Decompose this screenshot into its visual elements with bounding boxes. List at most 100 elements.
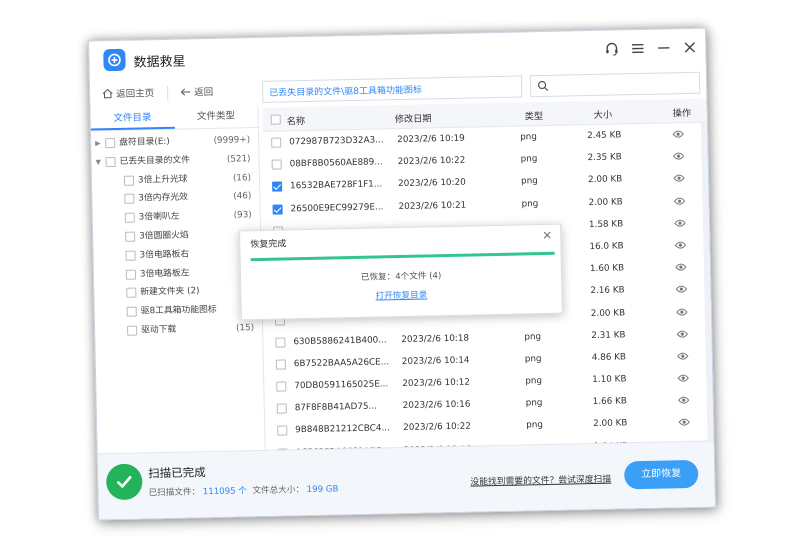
modified-date: 2023/2/6 10:20 bbox=[398, 178, 466, 190]
tree-item-checkbox[interactable] bbox=[123, 175, 135, 186]
file-name: 16532BAE728F1F1... bbox=[290, 179, 383, 192]
col-size-header[interactable]: 大小 bbox=[594, 107, 613, 121]
tab-file-directory[interactable]: 文件目录 bbox=[90, 107, 175, 131]
tree-item[interactable]: 驱动下载 (15) bbox=[95, 319, 262, 341]
modified-date: 2023/2/6 10:22 bbox=[403, 422, 471, 434]
row-checkbox[interactable] bbox=[275, 359, 286, 370]
row-checkbox[interactable] bbox=[272, 181, 283, 193]
tree-item-checkbox[interactable] bbox=[126, 287, 137, 299]
recover-now-button[interactable]: 立即恢复 bbox=[623, 459, 699, 490]
minimize-icon[interactable] bbox=[655, 39, 671, 55]
modified-date: 2023/2/6 10:16 bbox=[402, 399, 471, 412]
progress-fill bbox=[250, 251, 555, 262]
tree-item-label: 3倍喇叭左 bbox=[138, 211, 180, 223]
preview-eye-icon[interactable] bbox=[672, 129, 684, 139]
tree-item-checkbox[interactable] bbox=[105, 137, 116, 149]
search-input[interactable] bbox=[552, 74, 694, 94]
tree-item-label: 3倍电路板左 bbox=[139, 268, 190, 280]
file-size: 1.66 KB bbox=[592, 396, 628, 408]
row-checkbox[interactable] bbox=[275, 337, 286, 348]
search-box[interactable] bbox=[529, 71, 701, 98]
tree-item-checkbox[interactable] bbox=[126, 306, 137, 317]
file-type: png bbox=[521, 198, 539, 210]
file-name: 08BF8B0560AE889... bbox=[289, 157, 383, 170]
row-checkbox[interactable] bbox=[277, 425, 288, 437]
tree-item-checkbox[interactable] bbox=[125, 250, 136, 261]
preview-eye-icon[interactable] bbox=[673, 196, 686, 206]
modified-date: 2023/2/6 10:18 bbox=[401, 333, 470, 345]
preview-eye-icon[interactable] bbox=[678, 395, 690, 405]
tree-item-count: (521) bbox=[226, 153, 251, 165]
tree-item-label: 驱动下载 bbox=[141, 324, 177, 336]
tree-item-label: 盘符目录(E:) bbox=[119, 136, 170, 148]
preview-eye-icon[interactable] bbox=[675, 284, 688, 294]
file-size: 2.31 KB bbox=[591, 330, 626, 341]
row-checkbox[interactable] bbox=[271, 137, 282, 148]
select-all-checkbox[interactable] bbox=[270, 114, 281, 125]
preview-eye-icon[interactable] bbox=[675, 262, 687, 272]
row-checkbox[interactable] bbox=[272, 204, 283, 215]
col-type-header[interactable]: 类型 bbox=[525, 108, 544, 122]
scanned-files-count: 111095 bbox=[202, 486, 236, 498]
scanned-files-unit: 个 bbox=[238, 486, 248, 497]
file-size: 1.58 KB bbox=[588, 219, 624, 230]
tree-item-checkbox[interactable] bbox=[124, 212, 135, 223]
tab-file-type[interactable]: 文件类型 bbox=[174, 106, 258, 129]
preview-eye-icon[interactable] bbox=[677, 351, 689, 361]
tree-item-checkbox[interactable] bbox=[124, 193, 135, 205]
tree-item-checkbox[interactable] bbox=[125, 231, 136, 242]
preview-eye-icon[interactable] bbox=[676, 307, 688, 317]
tree-item-checkbox[interactable] bbox=[105, 156, 116, 167]
file-name: 630B5886241B400... bbox=[293, 335, 387, 347]
tree-item-label: 3倍圆圈火焰 bbox=[139, 230, 189, 242]
close-icon[interactable] bbox=[681, 39, 697, 55]
home-label: 返回主页 bbox=[116, 88, 155, 100]
tree-item-count: (9999+) bbox=[213, 135, 251, 146]
modified-date: 2023/2/6 10:14 bbox=[401, 355, 470, 367]
file-type: png bbox=[520, 176, 538, 187]
preview-eye-icon[interactable] bbox=[674, 240, 687, 250]
col-date-header[interactable]: 修改日期 bbox=[395, 110, 432, 125]
expand-arrow-icon[interactable]: ▼ bbox=[95, 153, 102, 172]
search-icon bbox=[537, 80, 549, 91]
row-checkbox[interactable] bbox=[271, 159, 282, 170]
file-size: 2.16 KB bbox=[590, 285, 625, 297]
recovery-complete-dialog: 恢复完成 × 已恢复：4个文件 (4) 打开恢复目录 bbox=[239, 223, 563, 321]
scan-complete-icon bbox=[105, 463, 143, 501]
preview-eye-icon[interactable] bbox=[677, 373, 689, 383]
tree-item-checkbox[interactable] bbox=[127, 325, 138, 336]
col-name-header[interactable]: 名称 bbox=[287, 113, 306, 127]
preview-eye-icon[interactable] bbox=[676, 329, 688, 339]
total-size-label: 文件总大小： bbox=[252, 485, 305, 497]
row-checkbox[interactable] bbox=[276, 403, 287, 414]
row-checkbox[interactable] bbox=[276, 381, 287, 392]
preview-eye-icon[interactable] bbox=[672, 151, 685, 161]
path-breadcrumb[interactable]: 已丢失目录的文件\驱8工具箱功能图标 bbox=[261, 75, 523, 103]
preview-eye-icon[interactable] bbox=[673, 173, 685, 183]
arrow-left-icon bbox=[180, 87, 191, 96]
tree-item-checkbox[interactable] bbox=[125, 269, 137, 280]
menu-icon[interactable] bbox=[629, 40, 645, 56]
scan-summary: 已扫描文件： 111095 个 文件总大小： 199 GB bbox=[148, 482, 338, 498]
home-icon bbox=[102, 88, 113, 98]
file-size: 4.86 KB bbox=[591, 352, 627, 363]
back-button[interactable]: 返回 bbox=[180, 84, 213, 99]
modified-date: 2023/2/6 10:22 bbox=[397, 155, 466, 168]
toolbar-divider bbox=[167, 85, 169, 100]
modified-date: 2023/2/6 10:19 bbox=[397, 133, 465, 146]
file-size: 1.10 KB bbox=[592, 374, 627, 386]
file-size: 2.35 KB bbox=[587, 152, 622, 164]
dialog-close-button[interactable]: × bbox=[542, 228, 552, 242]
preview-eye-icon[interactable] bbox=[678, 417, 690, 427]
preview-eye-icon[interactable] bbox=[674, 218, 686, 228]
file-name: 26500E9EC99279E... bbox=[290, 201, 384, 214]
collapse-arrow-icon[interactable]: ▶ bbox=[95, 134, 101, 153]
home-button[interactable]: 返回主页 bbox=[102, 85, 154, 100]
recovery-progress-bar bbox=[250, 251, 555, 262]
open-recovery-folder-link[interactable]: 打开恢复目录 bbox=[241, 286, 561, 305]
deep-scan-link[interactable]: 没能找到需要的文件？尝试深度扫描 bbox=[470, 472, 611, 488]
headset-icon[interactable] bbox=[603, 40, 619, 56]
file-type: png bbox=[520, 154, 538, 165]
recovery-status-text: 已恢复：4个文件 (4) bbox=[360, 271, 442, 283]
file-size: 2.00 KB bbox=[588, 196, 623, 208]
